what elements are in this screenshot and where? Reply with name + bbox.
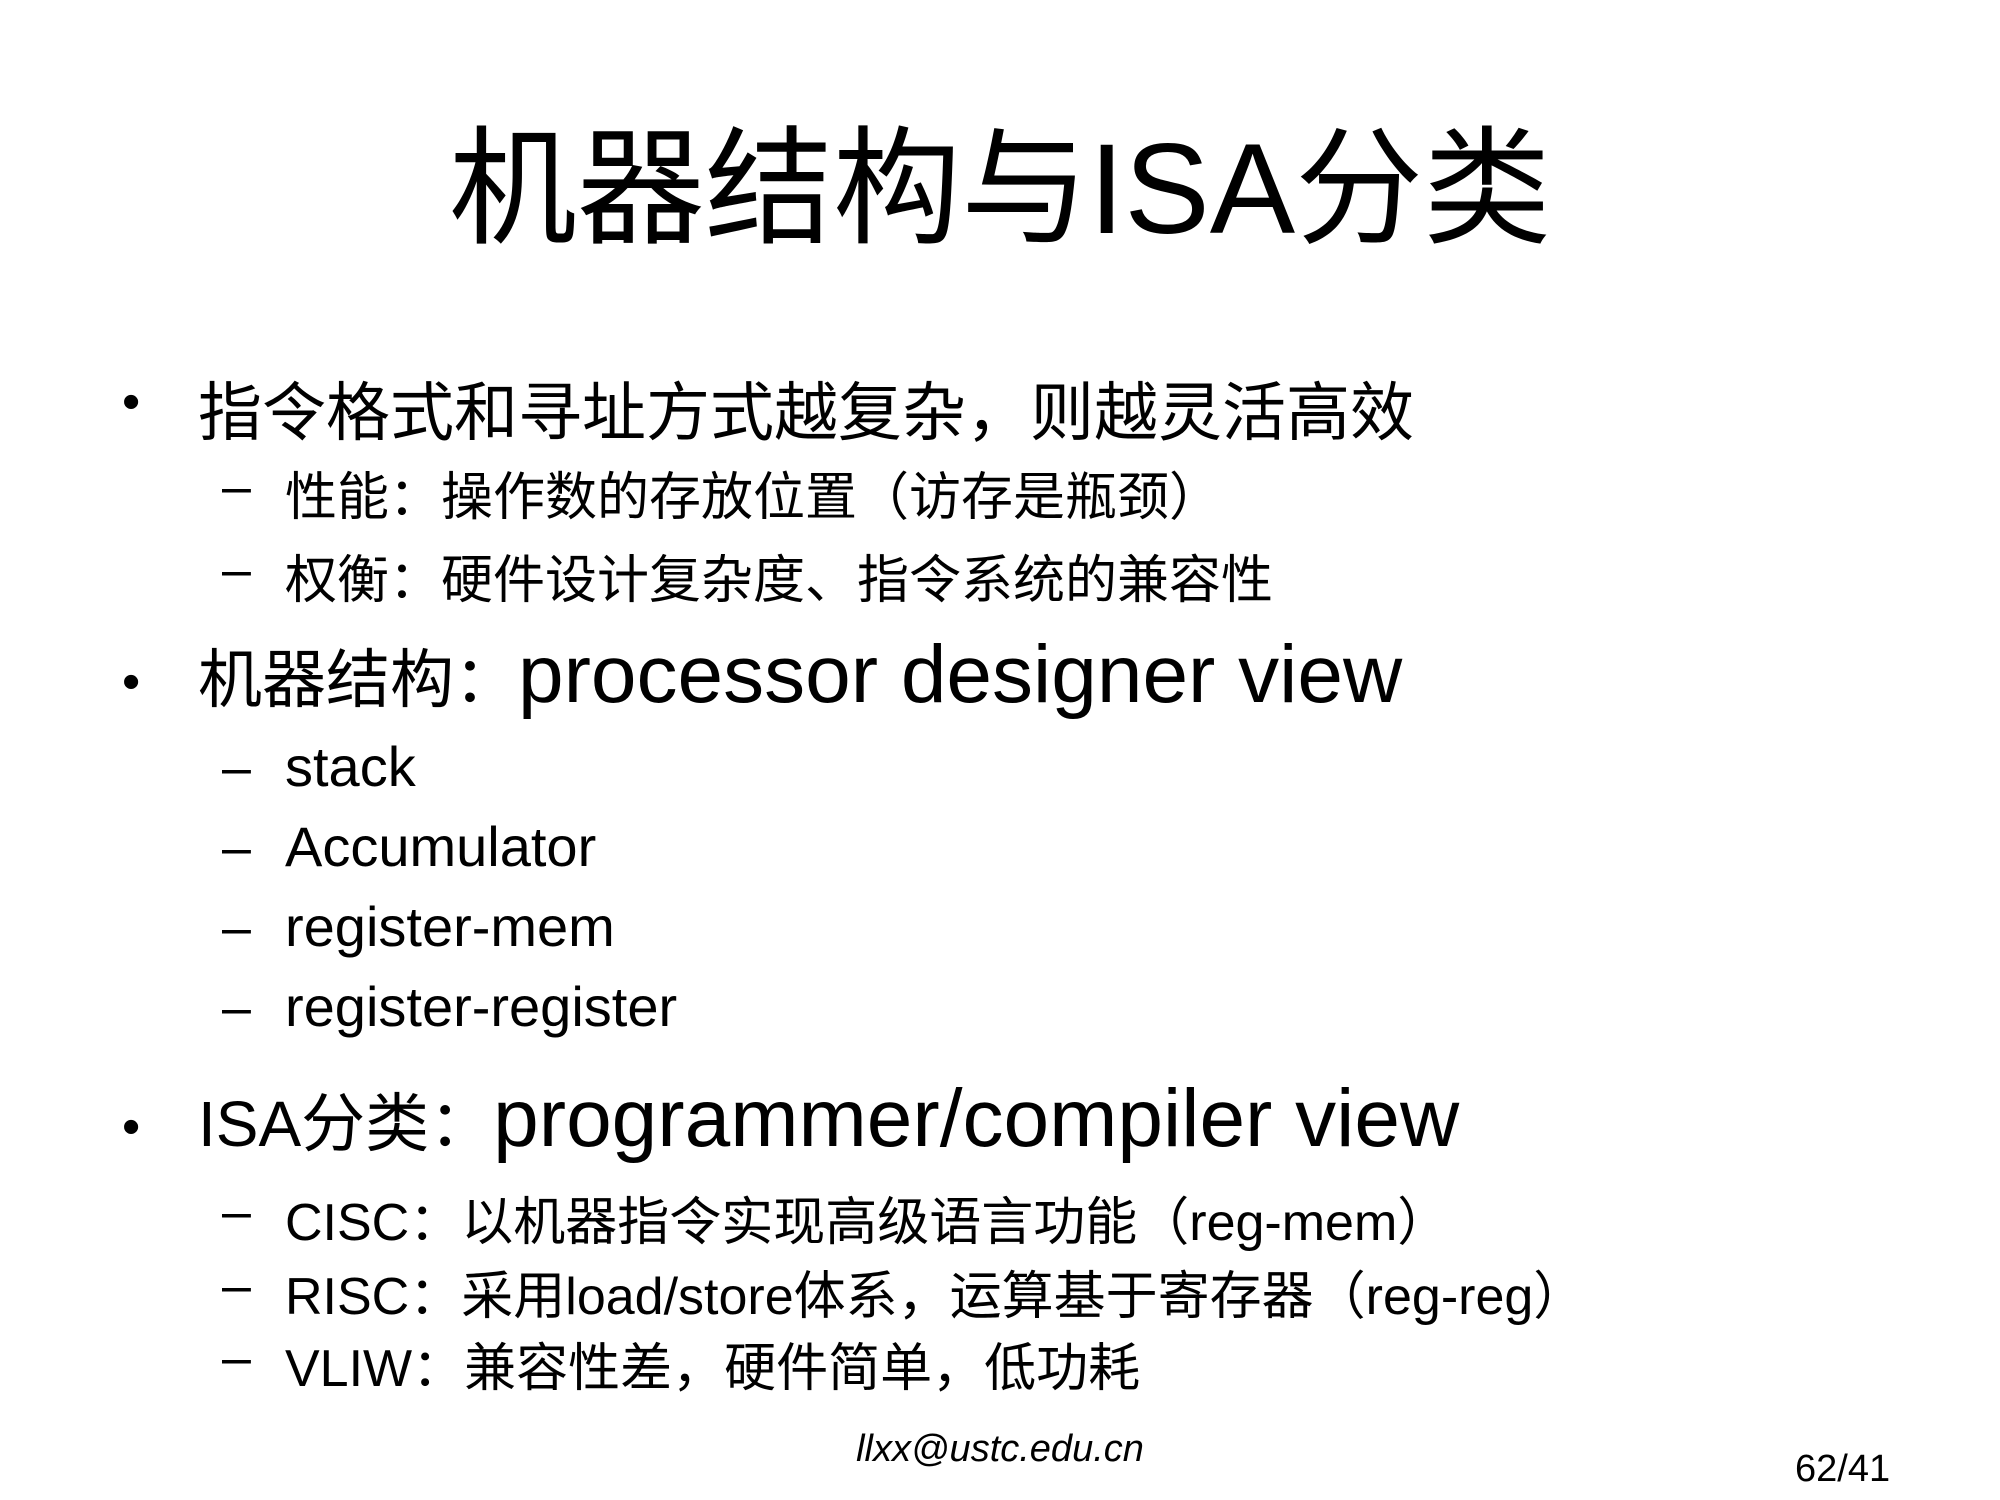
dash-mark: –	[222, 541, 251, 599]
slide: 机器结构与ISA分类 • 指令格式和寻址方式越复杂，则越灵活高效 – 性能：操作…	[0, 0, 2000, 1500]
dash-mark: –	[222, 979, 251, 1037]
sub-cn: 体系，运算基于寄存器（	[793, 1267, 1366, 1327]
sub-cn: ：采用	[409, 1267, 566, 1327]
dash-mark: –	[222, 739, 251, 797]
sub-cn: ：以机器指令实现高级语言功能（	[409, 1193, 1190, 1253]
bullet-1-text: 指令格式和寻址方式越复杂，则越灵活高效	[198, 377, 1414, 451]
sub-cn: ）	[1397, 1193, 1450, 1253]
footer-email: llxx@ustc.edu.cn	[856, 1428, 1144, 1470]
slide-title: 机器结构与ISA分类	[0, 120, 2000, 260]
dash-mark: –	[222, 1257, 251, 1315]
sub-latin: RISC	[285, 1268, 410, 1326]
bullet-1-sub-2: 权衡：硬件设计复杂度、指令系统的兼容性	[285, 551, 1274, 611]
dash-mark: –	[222, 1329, 251, 1387]
sub-cn: ）	[1533, 1267, 1586, 1327]
bullet-2-prefix: 机器结构：	[198, 644, 518, 718]
bullet-2-sub-4: register-register	[285, 975, 678, 1038]
bullet-3-prefix-latin: ISA	[198, 1088, 302, 1160]
title-part-2: ISA	[1088, 118, 1296, 261]
bullet-2-sub-3: register-mem	[285, 895, 615, 958]
sub-latin: reg-reg	[1365, 1268, 1534, 1326]
title-part-3: 分类	[1295, 115, 1552, 264]
bullet-2-sub-2: Accumulator	[285, 815, 597, 878]
bullet-3-prefix-cn: 分类：	[301, 1088, 494, 1162]
bullet-2-sub-1: stack	[285, 735, 416, 798]
dash-mark: –	[222, 458, 251, 516]
dash-mark: –	[222, 819, 251, 877]
sub-cn: ：兼容性差，硬件简单，低功耗	[412, 1339, 1141, 1399]
bullet-3-sub-3: VLIW：兼容性差，硬件简单，低功耗	[285, 1326, 1140, 1401]
bullet-mark: •	[122, 1098, 141, 1156]
title-part-1: 机器结构与	[448, 115, 1089, 264]
bullet-mark: •	[122, 373, 141, 431]
sub-latin: VLIW	[285, 1340, 413, 1398]
bullet-3-sub-1: CISC：以机器指令实现高级语言功能（reg-mem）	[285, 1180, 1449, 1255]
bullet-mark: •	[122, 653, 141, 711]
bullet-3-sub-2: RISC：采用load/store体系，运算基于寄存器（reg-reg）	[285, 1254, 1585, 1329]
dash-mark: –	[222, 899, 251, 957]
bullet-3-text: ISA分类：programmer/compiler view	[198, 1072, 1459, 1166]
bullet-1-sub-1: 性能：操作数的存放位置（访存是瓶颈）	[285, 468, 1222, 528]
dash-mark: –	[222, 1183, 251, 1241]
bullet-2-text: 机器结构：processor designer view	[198, 628, 1402, 722]
page-number: 62/41	[1795, 1448, 1891, 1490]
sub-latin: load/store	[565, 1268, 794, 1326]
sub-latin: CISC	[285, 1194, 410, 1252]
sub-latin: reg-mem	[1189, 1194, 1398, 1252]
bullet-3-latin: programmer/compiler view	[493, 1073, 1460, 1164]
bullet-2-latin: processor designer view	[518, 629, 1403, 720]
